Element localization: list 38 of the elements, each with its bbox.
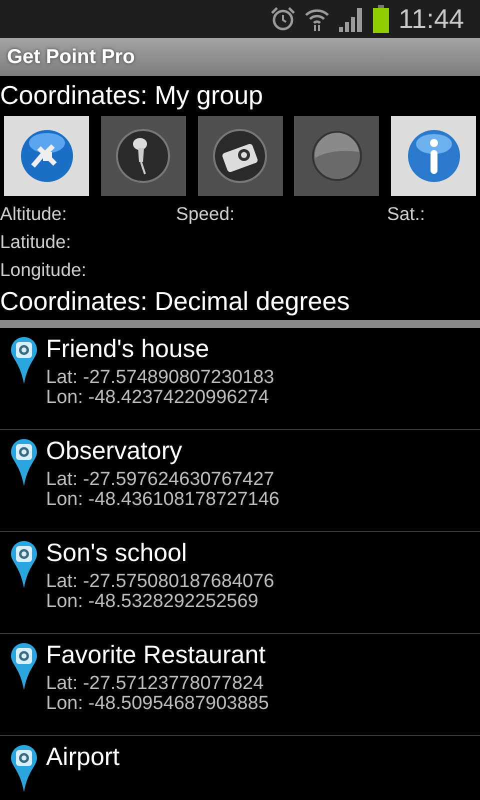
map-pin-icon — [10, 642, 38, 690]
point-list-item[interactable]: Airport — [0, 736, 480, 800]
status-time: 11:44 — [398, 2, 464, 36]
latitude-value: Lat: -27.597624630767427 — [46, 470, 276, 490]
latitude-value: Lat: -27.574890807230183 — [46, 368, 274, 388]
longitude-value: Lon: -48.436108178727146 — [46, 490, 280, 510]
map-pin-icon — [10, 540, 38, 588]
longitude-value: Lon: -48.5328292252569 — [46, 592, 260, 612]
camera-icon — [210, 126, 270, 186]
speed-label: Speed: — [176, 202, 236, 226]
signal-icon — [338, 6, 364, 32]
point-list-item[interactable]: Son's school Lat: -27.575080187684076 Lon: -48.5328292252569 — [0, 532, 480, 634]
map-pin-icon — [10, 336, 38, 384]
altitude-label: Altitude: — [0, 202, 68, 226]
map-pin-icon — [10, 744, 38, 792]
map-pin-icon — [10, 438, 38, 486]
point-name: Airport — [46, 744, 120, 772]
latitude-value: Lat: -27.57123778077824 — [46, 674, 265, 694]
point-list-item[interactable]: Friend's house Lat: -27.574890807230183 Lon: -48.42374220996274 — [0, 328, 480, 430]
point-list-item[interactable]: Favorite Restaurant Lat: -27.57123778077824 Lon: -48.50954687903885 — [0, 634, 480, 736]
battery-icon — [372, 5, 390, 33]
section-heading: Coordinates: My group — [0, 79, 264, 108]
point-list-item[interactable]: Observatory Lat: -27.597624630767427 Lon: -48.436108178727146 — [0, 430, 480, 532]
point-name: Favorite Restaurant — [46, 642, 267, 670]
satellites-label: Sat.: — [387, 202, 426, 226]
section-heading: Coordinates: Decimal degrees — [0, 285, 351, 314]
alarm-icon — [270, 6, 296, 32]
latitude-label: Latitude: — [0, 231, 71, 252]
latitude-value: Lat: -27.575080187684076 — [46, 572, 274, 592]
toolbar-button[interactable] — [198, 116, 282, 196]
longitude-value: Lon: -48.50954687903885 — [46, 694, 269, 714]
app-title: Get Point Pro — [7, 45, 135, 70]
longitude-value: Lon: -48.42374220996274 — [46, 388, 270, 408]
point-name: Friend's house — [46, 336, 210, 364]
longitude-label: Longitude: — [0, 259, 86, 280]
toolbar-button[interactable] — [100, 116, 186, 196]
point-name: Observatory — [46, 438, 184, 466]
point-name: Son's school — [46, 540, 188, 568]
